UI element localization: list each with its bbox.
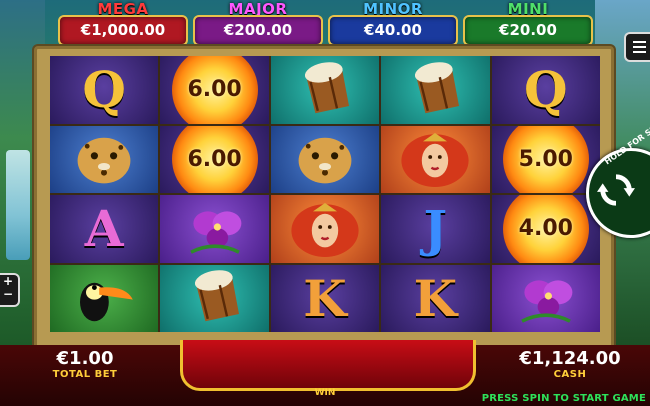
jackpot-minor-value: €40.00 xyxy=(328,15,458,46)
letter-symbol: Q xyxy=(50,56,159,124)
goddess-icon xyxy=(289,197,361,261)
drum-symbol xyxy=(381,56,490,124)
jackpot-mini: MINI €20.00 xyxy=(463,0,593,46)
letter-symbol-text: A xyxy=(84,199,124,259)
total-bet-value: €1.00 xyxy=(56,348,114,369)
jackpot-minor: MINOR €40.00 xyxy=(328,0,458,46)
orchid-symbol xyxy=(491,264,600,332)
jaguar-symbol xyxy=(270,125,380,193)
cash-balance: €1,124.00 CASH xyxy=(505,348,635,380)
letter-symbol: Q xyxy=(491,56,600,124)
letter-symbol-text: J xyxy=(423,199,448,259)
letter-symbol-text: Q xyxy=(82,60,126,120)
menu-button[interactable] xyxy=(624,32,650,62)
spin-arrows-icon xyxy=(597,174,635,206)
goddess-symbol xyxy=(270,195,380,263)
toucan-symbol xyxy=(50,264,159,332)
jaguar-icon xyxy=(68,127,140,191)
menu-icon-bar xyxy=(632,46,646,48)
jackpot-major: MAJOR €200.00 xyxy=(193,0,323,46)
letter-symbol: K xyxy=(381,264,490,332)
letter-symbol: A xyxy=(50,195,159,263)
drum-icon xyxy=(289,58,361,122)
drum-icon xyxy=(399,58,471,122)
drum-icon xyxy=(179,266,251,330)
total-bet-label: TOTAL BET xyxy=(52,369,118,380)
fireball-icon: 6.00 xyxy=(171,56,258,124)
orchid-icon xyxy=(510,266,582,330)
menu-icon-bar xyxy=(632,41,646,43)
press-spin-message: PRESS SPIN TO START GAME xyxy=(481,393,646,404)
jaguar-symbol xyxy=(50,125,159,193)
fireball-value: 6.00 xyxy=(187,77,242,103)
letter-symbol-text: Q xyxy=(524,60,568,120)
waterfall-background xyxy=(6,150,30,260)
fireball-icon: 4.00 xyxy=(502,195,589,263)
fireball-symbol: 4.00 xyxy=(491,195,600,263)
orchid-icon xyxy=(179,197,251,261)
cash-value: €1,124.00 xyxy=(519,348,621,369)
jackpot-major-value: €200.00 xyxy=(193,15,323,46)
letter-symbol: J xyxy=(381,195,490,263)
fireball-value: 6.00 xyxy=(187,146,242,172)
fireball-value: 4.00 xyxy=(518,216,573,242)
minus-icon: − xyxy=(2,287,14,301)
toucan-icon xyxy=(68,266,140,330)
drum-symbol xyxy=(270,56,380,124)
letter-symbol: K xyxy=(270,264,380,332)
total-bet[interactable]: €1.00 TOTAL BET xyxy=(30,348,140,380)
drum-symbol xyxy=(160,264,269,332)
menu-icon-bar xyxy=(632,51,646,53)
jackpot-mini-value: €20.00 xyxy=(463,15,593,46)
jaguar-icon xyxy=(289,127,361,191)
letter-symbol-text: K xyxy=(413,268,458,328)
orchid-symbol xyxy=(160,195,269,263)
goddess-symbol xyxy=(381,125,490,193)
fireball-value: 5.00 xyxy=(518,146,573,172)
win-display xyxy=(180,340,476,391)
zoom-button[interactable]: + − xyxy=(0,273,20,307)
fireball-icon: 5.00 xyxy=(502,125,589,193)
reel-grid: Q 6.00 Q 6.00 5.00 A J 4.00 K K xyxy=(50,56,600,332)
jackpot-mega: MEGA €1,000.00 xyxy=(58,0,188,46)
fireball-symbol: 6.00 xyxy=(160,125,269,193)
fireball-symbol: 5.00 xyxy=(491,125,600,193)
letter-symbol-text: K xyxy=(303,268,347,328)
jackpot-mega-value: €1,000.00 xyxy=(58,15,188,46)
fireball-symbol: 6.00 xyxy=(160,56,269,124)
win-label: WIN xyxy=(314,388,336,398)
cash-label: CASH xyxy=(553,369,587,380)
fireball-icon: 6.00 xyxy=(171,125,258,193)
goddess-icon xyxy=(399,127,471,191)
